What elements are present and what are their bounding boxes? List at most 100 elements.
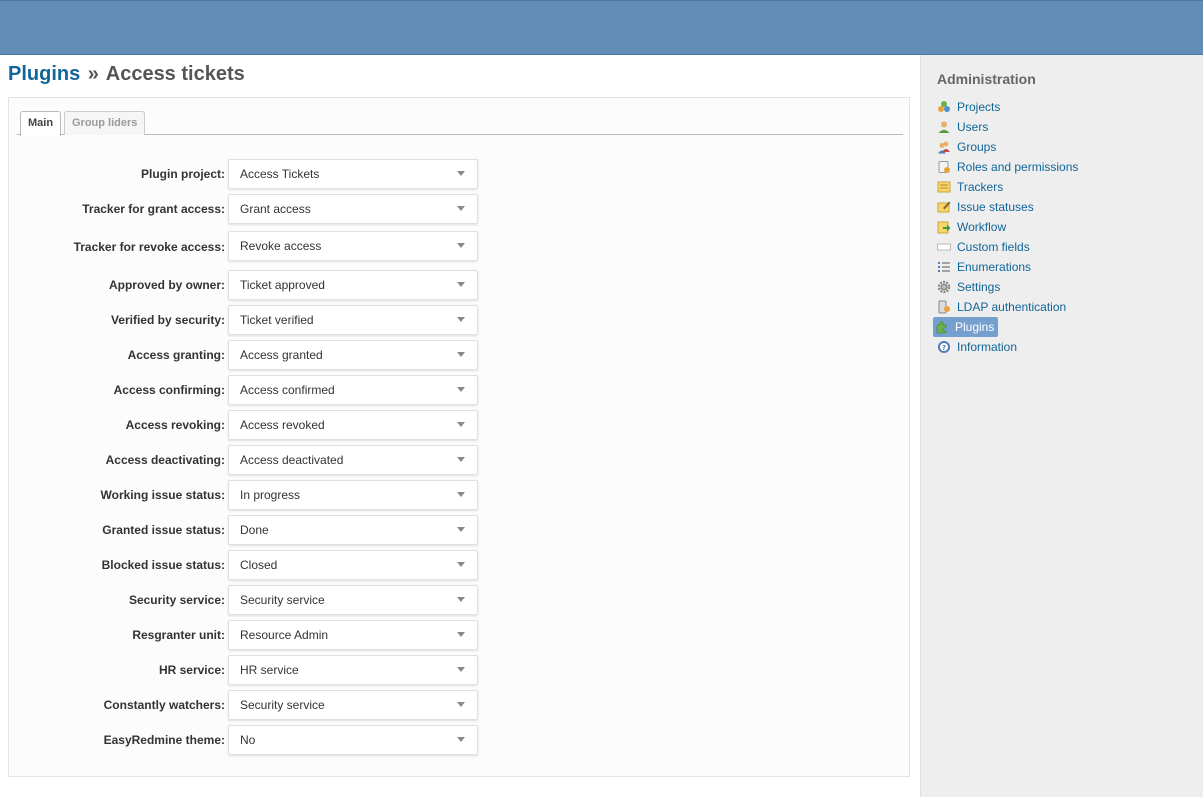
chevron-down-icon xyxy=(457,597,465,602)
chevron-down-icon xyxy=(457,667,465,672)
field-label: Granted issue status: xyxy=(102,523,225,537)
field-select[interactable]: Access granted xyxy=(228,340,478,370)
sidebar-item-trackers[interactable]: Trackers xyxy=(935,177,1078,197)
select-value: In progress xyxy=(240,488,301,502)
field-label: HR service: xyxy=(158,663,225,677)
field-select[interactable]: No xyxy=(228,725,478,755)
sidebar-title: Administration xyxy=(937,71,1036,87)
list-icon xyxy=(937,260,951,274)
sidebar-item-projects[interactable]: Projects xyxy=(935,97,1078,117)
chevron-down-icon xyxy=(457,737,465,742)
form-row: EasyRedmine theme: No xyxy=(9,725,909,755)
chevron-down-icon xyxy=(457,562,465,567)
field-select[interactable]: Resource Admin xyxy=(228,620,478,650)
select-value: Access granted xyxy=(240,348,323,362)
select-value: HR service xyxy=(240,663,299,677)
select-value: Access deactivated xyxy=(240,453,344,467)
top-header xyxy=(0,0,1203,55)
tab-group-liders[interactable]: Group liders xyxy=(64,111,146,135)
sidebar-item-information[interactable]: ? Information xyxy=(935,337,1078,357)
form-row: Access deactivating: Access deactivated xyxy=(9,445,909,475)
field-label: Security service: xyxy=(128,593,225,607)
form-row: Security service: Security service xyxy=(9,585,909,615)
sidebar-item-workflow[interactable]: Workflow xyxy=(935,217,1078,237)
sidebar-item-label: Settings xyxy=(957,280,1001,294)
field-select[interactable]: Revoke access xyxy=(228,231,478,261)
field-select[interactable]: Done xyxy=(228,515,478,545)
sidebar-item-users[interactable]: Users xyxy=(935,117,1078,137)
user-icon xyxy=(937,120,951,134)
sidebar-item-label: Trackers xyxy=(957,180,1004,194)
form-row: Access revoking: Access revoked xyxy=(9,410,909,440)
field-select[interactable]: Closed xyxy=(228,550,478,580)
sidebar-item-label: Issue statuses xyxy=(957,200,1034,214)
chevron-down-icon xyxy=(457,387,465,392)
admin-menu: Projects Users Groups Roles and permissions… xyxy=(933,97,1078,357)
sidebar-item-label: Workflow xyxy=(957,220,1007,234)
tracker-icon xyxy=(937,180,951,194)
field-select[interactable]: Ticket verified xyxy=(228,305,478,335)
field-select[interactable]: Access confirmed xyxy=(228,375,478,405)
form-row: Tracker for revoke access: Revoke access xyxy=(9,231,909,263)
field-select[interactable]: Access revoked xyxy=(228,410,478,440)
sidebar-item-label: Enumerations xyxy=(957,260,1032,274)
field-select[interactable]: Security service xyxy=(228,585,478,615)
field-select[interactable]: Access deactivated xyxy=(228,445,478,475)
sidebar-item-label: Custom fields xyxy=(957,240,1030,254)
page-title: Plugins » Access tickets xyxy=(8,63,245,86)
breadcrumb-current: Access tickets xyxy=(105,63,245,85)
plugin-icon xyxy=(935,320,949,334)
chevron-down-icon xyxy=(457,527,465,532)
form-row: Resgranter unit: Resource Admin xyxy=(9,620,909,650)
select-value: Ticket verified xyxy=(240,313,314,327)
sidebar: Administration Projects Users Groups Roles … xyxy=(920,55,1203,797)
roles-icon xyxy=(937,160,951,174)
sidebar-item-ldap-authentication[interactable]: LDAP authentication xyxy=(935,297,1078,317)
chevron-down-icon xyxy=(457,422,465,427)
sidebar-item-roles-and-permissions[interactable]: Roles and permissions xyxy=(935,157,1078,177)
field-label: EasyRedmine theme: xyxy=(103,733,225,747)
sidebar-item-enumerations[interactable]: Enumerations xyxy=(935,257,1078,277)
field-select[interactable]: Ticket approved xyxy=(228,270,478,300)
svg-text:?: ? xyxy=(942,344,946,352)
field-label: Tracker for revoke access: xyxy=(73,240,225,254)
tab-main[interactable]: Main xyxy=(20,111,62,136)
chevron-down-icon xyxy=(457,317,465,322)
field-select[interactable]: HR service xyxy=(228,655,478,685)
field-select[interactable]: Security service xyxy=(228,690,478,720)
field-select[interactable]: In progress xyxy=(228,480,478,510)
breadcrumb-plugins-link[interactable]: Plugins xyxy=(8,63,80,85)
sidebar-item-issue-statuses[interactable]: Issue statuses xyxy=(935,197,1078,217)
select-value: Access Tickets xyxy=(240,167,320,181)
form-row: Plugin project: Access Tickets xyxy=(9,159,909,189)
form-row: Access confirming: Access confirmed xyxy=(9,375,909,405)
sidebar-item-plugins[interactable]: Plugins xyxy=(933,317,999,337)
field-select[interactable]: Access Tickets xyxy=(228,159,478,189)
chevron-down-icon xyxy=(457,243,465,248)
chevron-down-icon xyxy=(457,352,465,357)
issue-status-icon xyxy=(937,200,951,214)
ldap-icon xyxy=(937,300,951,314)
select-value: Revoke access xyxy=(240,239,322,253)
sidebar-item-label: Users xyxy=(957,120,989,134)
field-label: Access granting: xyxy=(127,348,225,362)
projects-icon xyxy=(937,100,951,114)
field-label: Access deactivating: xyxy=(105,453,225,467)
breadcrumb-separator: » xyxy=(87,63,99,85)
form-row: HR service: HR service xyxy=(9,655,909,685)
field-label: Access revoking: xyxy=(125,418,225,432)
sidebar-item-groups[interactable]: Groups xyxy=(935,137,1078,157)
select-value: Security service xyxy=(240,698,325,712)
sidebar-item-custom-fields[interactable]: Custom fields xyxy=(935,237,1078,257)
sidebar-item-label: Projects xyxy=(957,100,1001,114)
select-value: Closed xyxy=(240,558,278,572)
sidebar-item-label: Information xyxy=(957,340,1018,354)
sidebar-item-settings[interactable]: Settings xyxy=(935,277,1078,297)
form-row: Granted issue status: Done xyxy=(9,515,909,545)
settings-box: Main Group liders Plugin project: Access … xyxy=(8,97,910,777)
sidebar-item-label: LDAP authentication xyxy=(957,300,1067,314)
select-value: Done xyxy=(240,523,269,537)
chevron-down-icon xyxy=(457,206,465,211)
gear-icon xyxy=(937,280,951,294)
field-select[interactable]: Grant access xyxy=(228,194,478,224)
